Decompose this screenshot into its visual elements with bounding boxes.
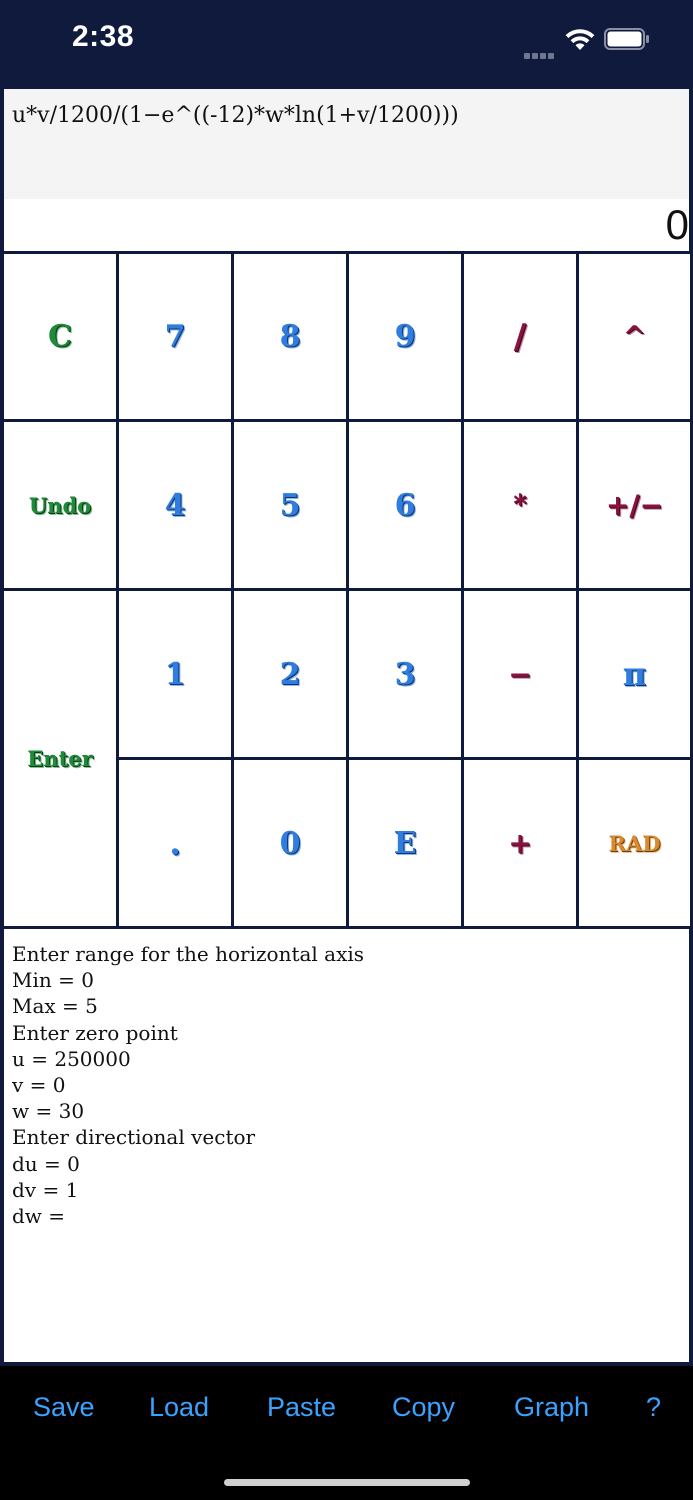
- enter-button[interactable]: Enter: [4, 591, 116, 926]
- digit-4-button[interactable]: 4: [119, 422, 231, 588]
- digit-3-button[interactable]: 3: [349, 591, 461, 757]
- digit-1-button[interactable]: 1: [119, 591, 231, 757]
- pi-button[interactable]: π: [579, 591, 690, 757]
- graph-button[interactable]: Graph: [514, 1392, 589, 1423]
- decimal-point-button[interactable]: .: [119, 760, 231, 926]
- wifi-icon: [565, 29, 595, 50]
- undo-button[interactable]: Undo: [4, 422, 116, 588]
- log-line: Enter zero point: [12, 1020, 178, 1045]
- clear-button[interactable]: C: [4, 254, 116, 419]
- log-line: dv = 1: [12, 1177, 79, 1202]
- digit-9-button[interactable]: 9: [349, 254, 461, 419]
- negate-button[interactable]: +/−: [579, 422, 690, 588]
- battery-icon: [604, 28, 649, 50]
- copy-button[interactable]: Copy: [392, 1392, 455, 1423]
- home-indicator[interactable]: [224, 1479, 470, 1486]
- log-line: Enter directional vector: [12, 1125, 256, 1150]
- digit-6-button[interactable]: 6: [349, 422, 461, 588]
- digit-8-button[interactable]: 8: [234, 254, 346, 419]
- help-button[interactable]: ?: [646, 1392, 661, 1423]
- save-button[interactable]: Save: [33, 1392, 95, 1423]
- result-value: 0: [665, 201, 689, 248]
- status-bar: 2:38: [0, 0, 693, 88]
- digit-0-button[interactable]: 0: [234, 760, 346, 926]
- log-line: Min = 0: [12, 968, 94, 993]
- keypad: C 7 8 9 / ^ Undo 4 5 6 * +/− Enter 1 2 3…: [2, 251, 692, 928]
- result-display: 0: [4, 199, 689, 251]
- digit-2-button[interactable]: 2: [234, 591, 346, 757]
- cellular-signal-icon: [524, 40, 558, 59]
- log-line: du = 0: [12, 1151, 80, 1176]
- log-line: v = 0: [12, 1073, 66, 1098]
- log-line: dw =: [12, 1204, 66, 1229]
- load-button[interactable]: Load: [149, 1392, 209, 1423]
- history-log[interactable]: Enter range for the horizontal axis Min …: [4, 929, 689, 1362]
- angle-mode-button[interactable]: RAD: [579, 760, 690, 926]
- status-time: 2:38: [72, 20, 135, 53]
- log-lines: Enter range for the horizontal axis Min …: [12, 941, 364, 1229]
- expression-text: u*v/1200/(1−e^((-12)*w*ln(1+v/1200))): [12, 103, 459, 128]
- expression-display[interactable]: u*v/1200/(1−e^((-12)*w*ln(1+v/1200))): [4, 89, 689, 199]
- log-line: u = 250000: [12, 1046, 131, 1071]
- minus-button[interactable]: −: [464, 591, 576, 757]
- log-line: w = 30: [12, 1099, 85, 1124]
- digit-5-button[interactable]: 5: [234, 422, 346, 588]
- log-line: Enter range for the horizontal axis: [12, 942, 365, 966]
- multiply-button[interactable]: *: [464, 422, 576, 588]
- power-button[interactable]: ^: [579, 254, 690, 419]
- plus-button[interactable]: +: [464, 760, 576, 926]
- paste-button[interactable]: Paste: [267, 1392, 336, 1423]
- divide-button[interactable]: /: [464, 254, 576, 419]
- exponent-button[interactable]: E: [349, 760, 461, 926]
- digit-7-button[interactable]: 7: [119, 254, 231, 419]
- log-line: Max = 5: [12, 994, 98, 1019]
